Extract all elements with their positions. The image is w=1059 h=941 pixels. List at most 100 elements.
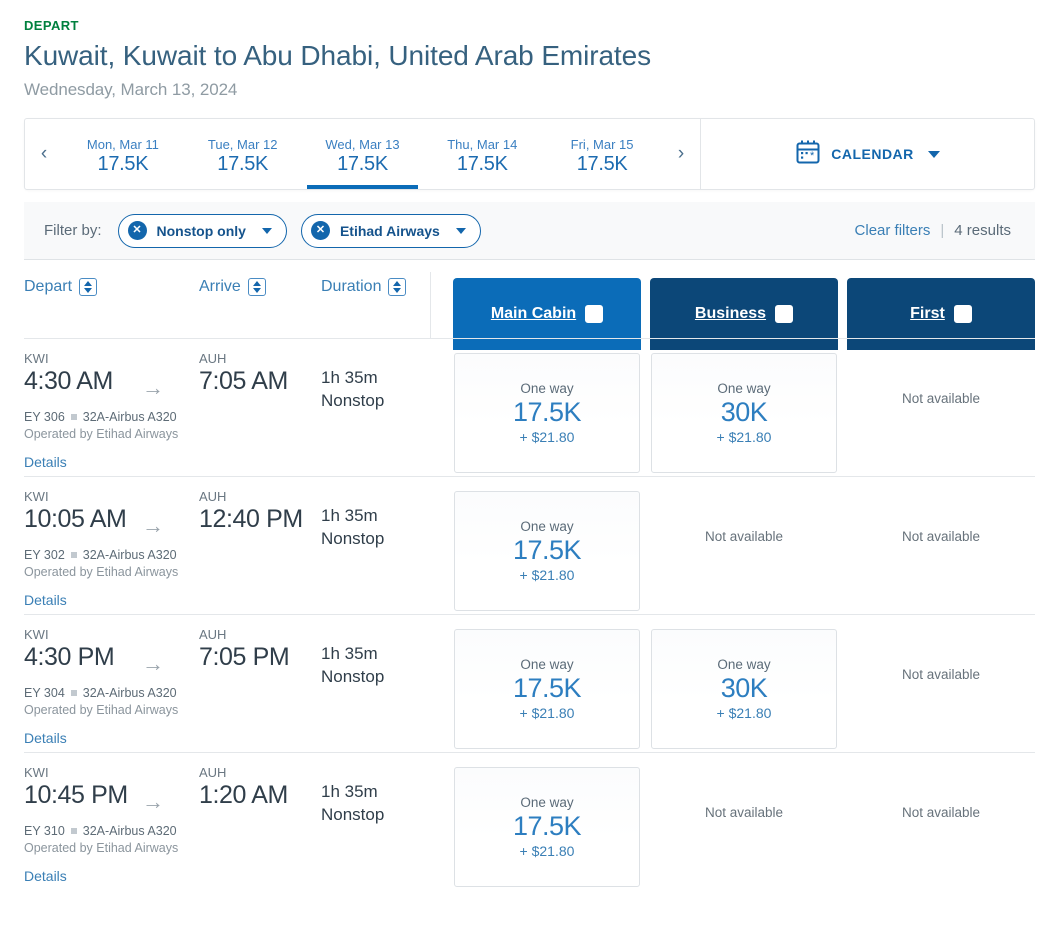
fare-cell-main-cabin: One way 17.5K + $21.80 (453, 491, 641, 614)
fare-miles: 30K (720, 673, 768, 704)
stops-value: Nonstop (321, 391, 385, 411)
sort-icon[interactable] (953, 305, 972, 324)
separator-dot-icon (70, 689, 77, 696)
date-tab-label: Mon, Mar 11 (86, 136, 159, 152)
flight-info: KWI 4:30 PM → EY 304 32A-Airbus A320 Ope… (24, 627, 452, 752)
table-row: KWI 4:30 AM → EY 306 32A-Airbus A320 Ope… (24, 338, 1035, 476)
column-header-arrive[interactable]: Arrive (199, 278, 321, 297)
date-tab-label: Wed, Mar 13 (325, 136, 400, 152)
flight-meta: EY 304 32A-Airbus A320 (24, 686, 199, 700)
details-link[interactable]: Details (24, 868, 199, 884)
fare-cells: One way 17.5K + $21.80 One way 30K + $21… (453, 351, 1035, 476)
sort-icon[interactable] (79, 278, 98, 297)
flight-info: KWI 4:30 AM → EY 306 32A-Airbus A320 Ope… (24, 351, 452, 476)
column-header-depart[interactable]: Depart (24, 278, 199, 297)
fare-cells: One way 17.5K + $21.80 Not available Not… (453, 765, 1035, 890)
depart-cell: KWI 4:30 PM → EY 304 32A-Airbus A320 Ope… (24, 627, 199, 752)
arrive-airport-code: AUH (199, 489, 227, 505)
fare-cell-first: Not available (847, 767, 1035, 890)
fare-card[interactable]: One way 17.5K + $21.80 (454, 491, 640, 612)
date-tab-fri-mar-15[interactable]: Fri, Mar 15 17.5K (542, 119, 662, 189)
fare-cell-main-cabin: One way 17.5K + $21.80 (453, 767, 641, 890)
stops-value: Nonstop (321, 529, 385, 549)
column-header-label: Arrive (199, 278, 241, 296)
date-tab-wed-mar-13[interactable]: Wed, Mar 13 17.5K (303, 119, 423, 190)
depart-airport-code: KWI (24, 489, 49, 505)
operated-by: Operated by Etihad Airways (24, 564, 179, 579)
date-tabs: Mon, Mar 11 17.5K Tue, Mar 12 17.5K Wed,… (63, 119, 662, 190)
prev-dates-button[interactable]: ‹ (25, 119, 63, 189)
fare-miles: 17.5K (512, 673, 582, 704)
table-header-row: Depart Arrive Duration Main Cabin Busine… (24, 260, 1035, 351)
date-strip-wrapper: ‹ Mon, Mar 11 17.5K Tue, Mar 12 17.5K We… (0, 100, 1059, 191)
fare-cells: One way 17.5K + $21.80 One way 30K + $21… (453, 627, 1035, 752)
fare-card[interactable]: One way 17.5K + $21.80 (454, 353, 640, 474)
fare-type-label: One way (717, 381, 771, 397)
chevron-down-icon (927, 150, 940, 158)
fare-cell-business: One way 30K + $21.80 (650, 353, 838, 476)
filter-by-label: Filter by: (44, 222, 102, 240)
depart-label: DEPART (24, 18, 79, 33)
date-tab-mon-mar-11[interactable]: Mon, Mar 11 17.5K (63, 119, 183, 189)
fare-cell-first: Not available (847, 491, 1035, 614)
fare-card[interactable]: One way 30K + $21.80 (651, 353, 837, 474)
fare-cell-first: Not available (847, 353, 1035, 476)
sort-icon[interactable] (775, 305, 794, 324)
fare-tax: + $21.80 (716, 429, 772, 446)
close-icon[interactable]: ✕ (127, 221, 147, 241)
stops-value: Nonstop (321, 805, 385, 825)
depart-time: 10:05 AM (24, 505, 127, 534)
aircraft-type: 32A-Airbus A320 (82, 547, 177, 562)
clear-filters-link[interactable]: Clear filters (855, 222, 931, 239)
aircraft-type: 32A-Airbus A320 (82, 409, 177, 424)
arrive-time: 7:05 AM (199, 367, 288, 396)
depart-time: 10:45 PM (24, 781, 128, 810)
fare-not-available: Not available (901, 805, 981, 821)
arrive-time: 7:05 PM (199, 643, 290, 672)
fare-tax: + $21.80 (519, 705, 575, 722)
flight-search-results-page: DEPART Kuwait, Kuwait to Abu Dhabi, Unit… (0, 0, 1059, 941)
route-date: Wednesday, March 13, 2024 (24, 80, 238, 100)
operated-by: Operated by Etihad Airways (24, 840, 179, 855)
details-link[interactable]: Details (24, 454, 199, 470)
table-row: KWI 4:30 PM → EY 304 32A-Airbus A320 Ope… (24, 614, 1035, 752)
table-row: KWI 10:45 PM → EY 310 32A-Airbus A320 Op… (24, 752, 1035, 890)
chevron-down-icon (261, 227, 272, 234)
sort-icon[interactable] (585, 305, 604, 324)
date-tab-label: Fri, Mar 15 (570, 136, 634, 152)
arrive-cell: AUH 12:40 PM (199, 489, 321, 614)
fare-card[interactable]: One way 17.5K + $21.80 (454, 767, 640, 888)
sort-icon[interactable] (247, 278, 266, 297)
fare-type-label: One way (520, 519, 574, 535)
date-tab-price: 17.5K (576, 152, 628, 175)
chevron-down-icon (455, 227, 466, 234)
depart-time: 4:30 AM (24, 367, 113, 396)
fare-card[interactable]: One way 17.5K + $21.80 (454, 629, 640, 750)
column-header-duration[interactable]: Duration (321, 278, 452, 297)
fare-card[interactable]: One way 30K + $21.80 (651, 629, 837, 750)
calendar-button[interactable]: * CALENDAR (701, 119, 1034, 189)
page-title: Kuwait, Kuwait to Abu Dhabi, United Arab… (24, 40, 651, 71)
sort-icon[interactable] (388, 278, 407, 297)
next-dates-button[interactable]: › (662, 119, 700, 189)
fare-cell-first: Not available (847, 629, 1035, 752)
table-row: KWI 10:05 AM → EY 302 32A-Airbus A320 Op… (24, 476, 1035, 614)
close-icon[interactable]: ✕ (310, 221, 330, 241)
filter-chip-nonstop-only[interactable]: ✕ Nonstop only (117, 213, 287, 248)
arrow-right-icon: → (142, 375, 164, 401)
filter-chip-etihad-airways[interactable]: ✕ Etihad Airways (300, 213, 481, 248)
column-header-label: Duration (321, 278, 382, 296)
date-tab-thu-mar-14[interactable]: Thu, Mar 14 17.5K (422, 119, 542, 189)
details-link[interactable]: Details (24, 730, 199, 746)
fare-not-available: Not available (704, 529, 784, 545)
fare-cell-business: Not available (650, 767, 838, 890)
duration-value: 1h 35m (321, 782, 378, 802)
arrive-cell: AUH 7:05 PM (199, 627, 321, 752)
details-link[interactable]: Details (24, 592, 199, 608)
date-tab-label: Tue, Mar 12 (207, 136, 278, 152)
stops-value: Nonstop (321, 667, 385, 687)
fare-type-label: One way (520, 795, 574, 811)
results-table: Depart Arrive Duration Main Cabin Busine… (24, 260, 1035, 890)
date-tab-tue-mar-12[interactable]: Tue, Mar 12 17.5K (183, 119, 303, 189)
flight-meta: EY 306 32A-Airbus A320 (24, 410, 199, 424)
